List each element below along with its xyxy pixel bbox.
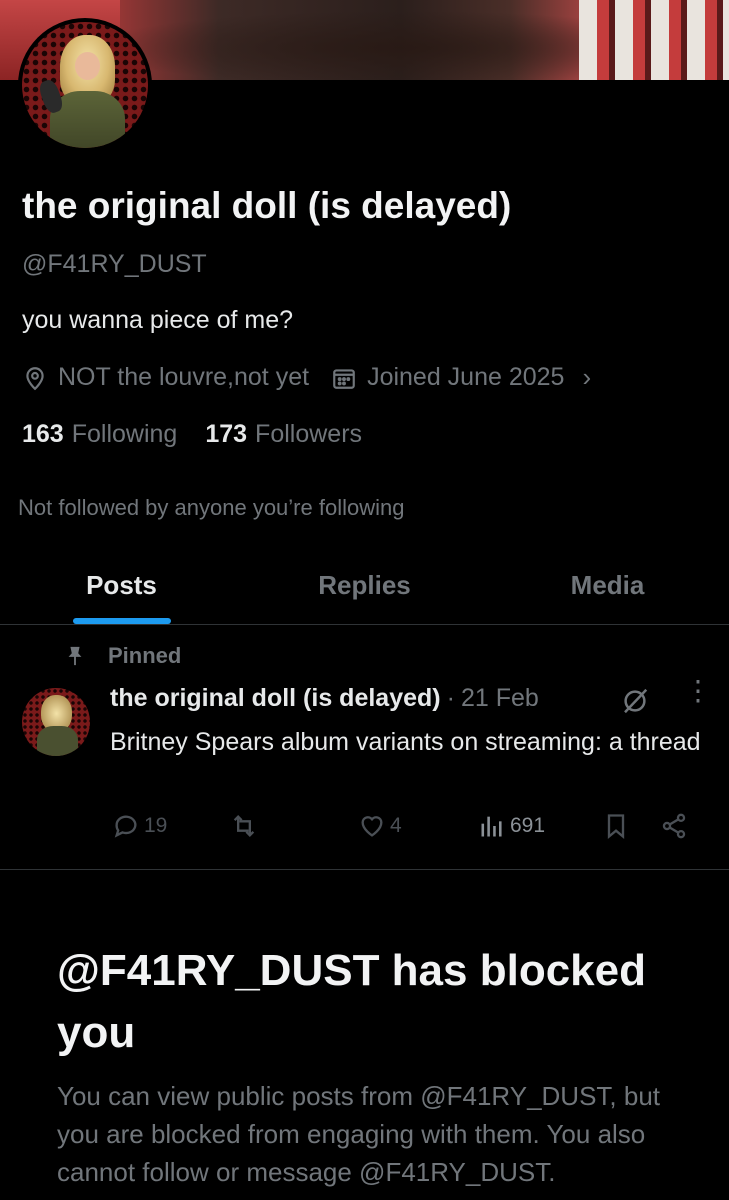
view-count: 691 [510, 814, 546, 837]
like-button[interactable]: 4 [358, 812, 402, 840]
tab-replies[interactable]: Replies [243, 552, 486, 624]
profile-tabs: Posts Replies Media [0, 552, 729, 625]
heart-icon [361, 816, 383, 837]
calendar-icon [333, 368, 355, 389]
post-text: Britney Spears album variants on streami… [110, 728, 701, 756]
repost-button[interactable] [230, 812, 258, 840]
profile-meta: NOT the louvre,not yet Joined June 2025 … [22, 362, 591, 393]
more-icon[interactable]: ⋮ [684, 677, 712, 716]
profile-joined: Joined June 2025 [367, 363, 565, 391]
blocked-title: @F41RY_DUST has blocked you [57, 946, 646, 1057]
chevron-right-icon[interactable]: › [582, 362, 591, 393]
blocked-description: You can view public posts from @F41RY_DU… [57, 1081, 661, 1187]
section-divider [0, 869, 729, 870]
avatar-image [22, 22, 148, 148]
post-author-name[interactable]: the original doll (is delayed) [110, 684, 441, 713]
reply-icon [114, 815, 137, 838]
following-label: Following [71, 420, 178, 448]
profile-handle: @F41RY_DUST [22, 250, 207, 278]
bookmark-icon [607, 814, 625, 839]
following-link[interactable]: 163 Following [22, 420, 177, 449]
banner-frame-right [579, 0, 729, 80]
share-button[interactable] [660, 812, 688, 840]
location-pin-icon [26, 366, 44, 390]
followers-link[interactable]: 173 Followers [205, 420, 362, 449]
share-icon [662, 813, 686, 839]
pinned-indicator: Pinned [64, 643, 181, 669]
tab-posts[interactable]: Posts [0, 552, 243, 624]
tab-media[interactable]: Media [486, 552, 729, 624]
profile-location: NOT the louvre,not yet [58, 363, 310, 391]
pinned-label: Pinned [108, 643, 182, 668]
reply-button[interactable]: 19 [112, 812, 167, 840]
views-icon [481, 816, 502, 837]
views-button[interactable]: 691 [478, 812, 545, 840]
follow-stats: 163 Following 173 Followers [22, 420, 390, 449]
pin-icon [68, 646, 82, 666]
like-count: 4 [390, 814, 402, 837]
post-date[interactable]: 21 Feb [461, 684, 539, 713]
following-count: 163 [22, 420, 64, 448]
grok-icon[interactable] [620, 686, 650, 716]
post-separator: · [446, 684, 455, 712]
post-header: the original doll (is delayed) · 21 Feb [110, 684, 539, 713]
profile-avatar[interactable] [18, 18, 152, 152]
followers-count: 173 [205, 420, 248, 448]
reply-count: 19 [144, 814, 168, 837]
repost-icon [233, 815, 255, 837]
followers-label: Followers [255, 420, 363, 448]
not-followed-notice: Not followed by anyone you’re following [18, 495, 405, 520]
post-author-avatar[interactable] [22, 688, 90, 756]
profile-display-name: the original doll (is delayed) [22, 185, 512, 226]
post-actions: 19 4 691 [112, 812, 702, 844]
profile-bio: you wanna piece of me? [22, 306, 294, 334]
bookmark-button[interactable] [602, 812, 630, 840]
